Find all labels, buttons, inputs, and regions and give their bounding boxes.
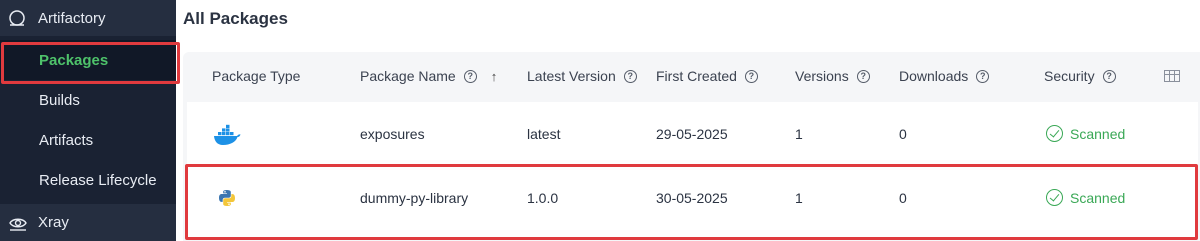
security-status: Scanned (1046, 189, 1125, 206)
help-icon[interactable]: ? (1102, 69, 1116, 83)
docker-icon (214, 124, 241, 145)
page-title: All Packages (183, 9, 288, 28)
column-header-label: Package Name (360, 68, 456, 84)
column-header-label: Package Type (212, 68, 301, 84)
column-header-versions[interactable]: Versions ? (795, 68, 870, 84)
latest-version: latest (527, 126, 561, 142)
help-icon[interactable]: ? (623, 69, 637, 83)
help-icon[interactable]: ? (976, 69, 990, 83)
downloads-count: 0 (899, 126, 907, 142)
column-header-downloads[interactable]: Downloads ? (899, 68, 990, 84)
versions-count: 1 (795, 126, 803, 142)
column-header-label: Downloads (899, 68, 969, 84)
latest-version: 1.0.0 (527, 190, 559, 206)
sort-ascending-icon[interactable]: ↑ (491, 69, 498, 84)
column-header-first-created[interactable]: First Created ? (656, 68, 758, 84)
sidebar-section-artifactory[interactable]: Artifactory (0, 0, 176, 36)
package-name[interactable]: exposures (360, 126, 425, 142)
sidebar-item-label: Release Lifecycle (39, 171, 157, 189)
column-header-label: Security (1044, 68, 1095, 84)
check-circle-icon (1046, 189, 1063, 206)
sidebar: Artifactory Packages Builds Artifacts Re… (0, 0, 180, 241)
sidebar-section-label: Xray (38, 214, 69, 231)
help-icon[interactable]: ? (463, 69, 477, 83)
column-header-package-type[interactable]: Package Type (212, 68, 300, 84)
sidebar-section-label: Artifactory (38, 9, 106, 27)
sidebar-item-builds[interactable]: Builds (0, 80, 176, 120)
circle-icon (9, 10, 25, 26)
first-created: 30-05-2025 (656, 190, 728, 206)
column-header-package-name[interactable]: Package Name ? ↑ (360, 68, 497, 84)
sidebar-item-label: Artifacts (39, 131, 94, 149)
column-header-latest-version[interactable]: Latest Version ? (527, 68, 637, 84)
sidebar-item-label: Builds (39, 91, 80, 109)
python-icon (219, 190, 235, 206)
column-header-label: Versions (795, 68, 849, 84)
sidebar-item-artifacts[interactable]: Artifacts (0, 120, 176, 160)
package-name[interactable]: dummy-py-library (360, 190, 468, 206)
security-status-label: Scanned (1070, 189, 1126, 206)
check-circle-icon (1046, 125, 1063, 142)
help-icon[interactable]: ? (856, 69, 870, 83)
app-root: Artifactory Packages Builds Artifacts Re… (0, 0, 1200, 241)
sidebar-section-xray[interactable]: Xray (0, 204, 176, 241)
sidebar-item-packages[interactable]: Packages (0, 40, 180, 84)
column-header-security[interactable]: Security ? (1044, 68, 1116, 84)
column-header-label: First Created (656, 68, 737, 84)
column-settings-icon[interactable] (1164, 70, 1180, 82)
first-created: 29-05-2025 (656, 126, 728, 142)
sidebar-item-label: Packages (39, 51, 109, 69)
versions-count: 1 (795, 190, 803, 206)
help-icon[interactable]: ? (744, 69, 758, 83)
eye-icon (9, 218, 27, 231)
security-status: Scanned (1046, 125, 1125, 142)
sidebar-item-release-lifecycle[interactable]: Release Lifecycle (0, 160, 176, 200)
downloads-count: 0 (899, 190, 907, 206)
security-status-label: Scanned (1070, 125, 1126, 142)
column-header-label: Latest Version (527, 68, 616, 84)
